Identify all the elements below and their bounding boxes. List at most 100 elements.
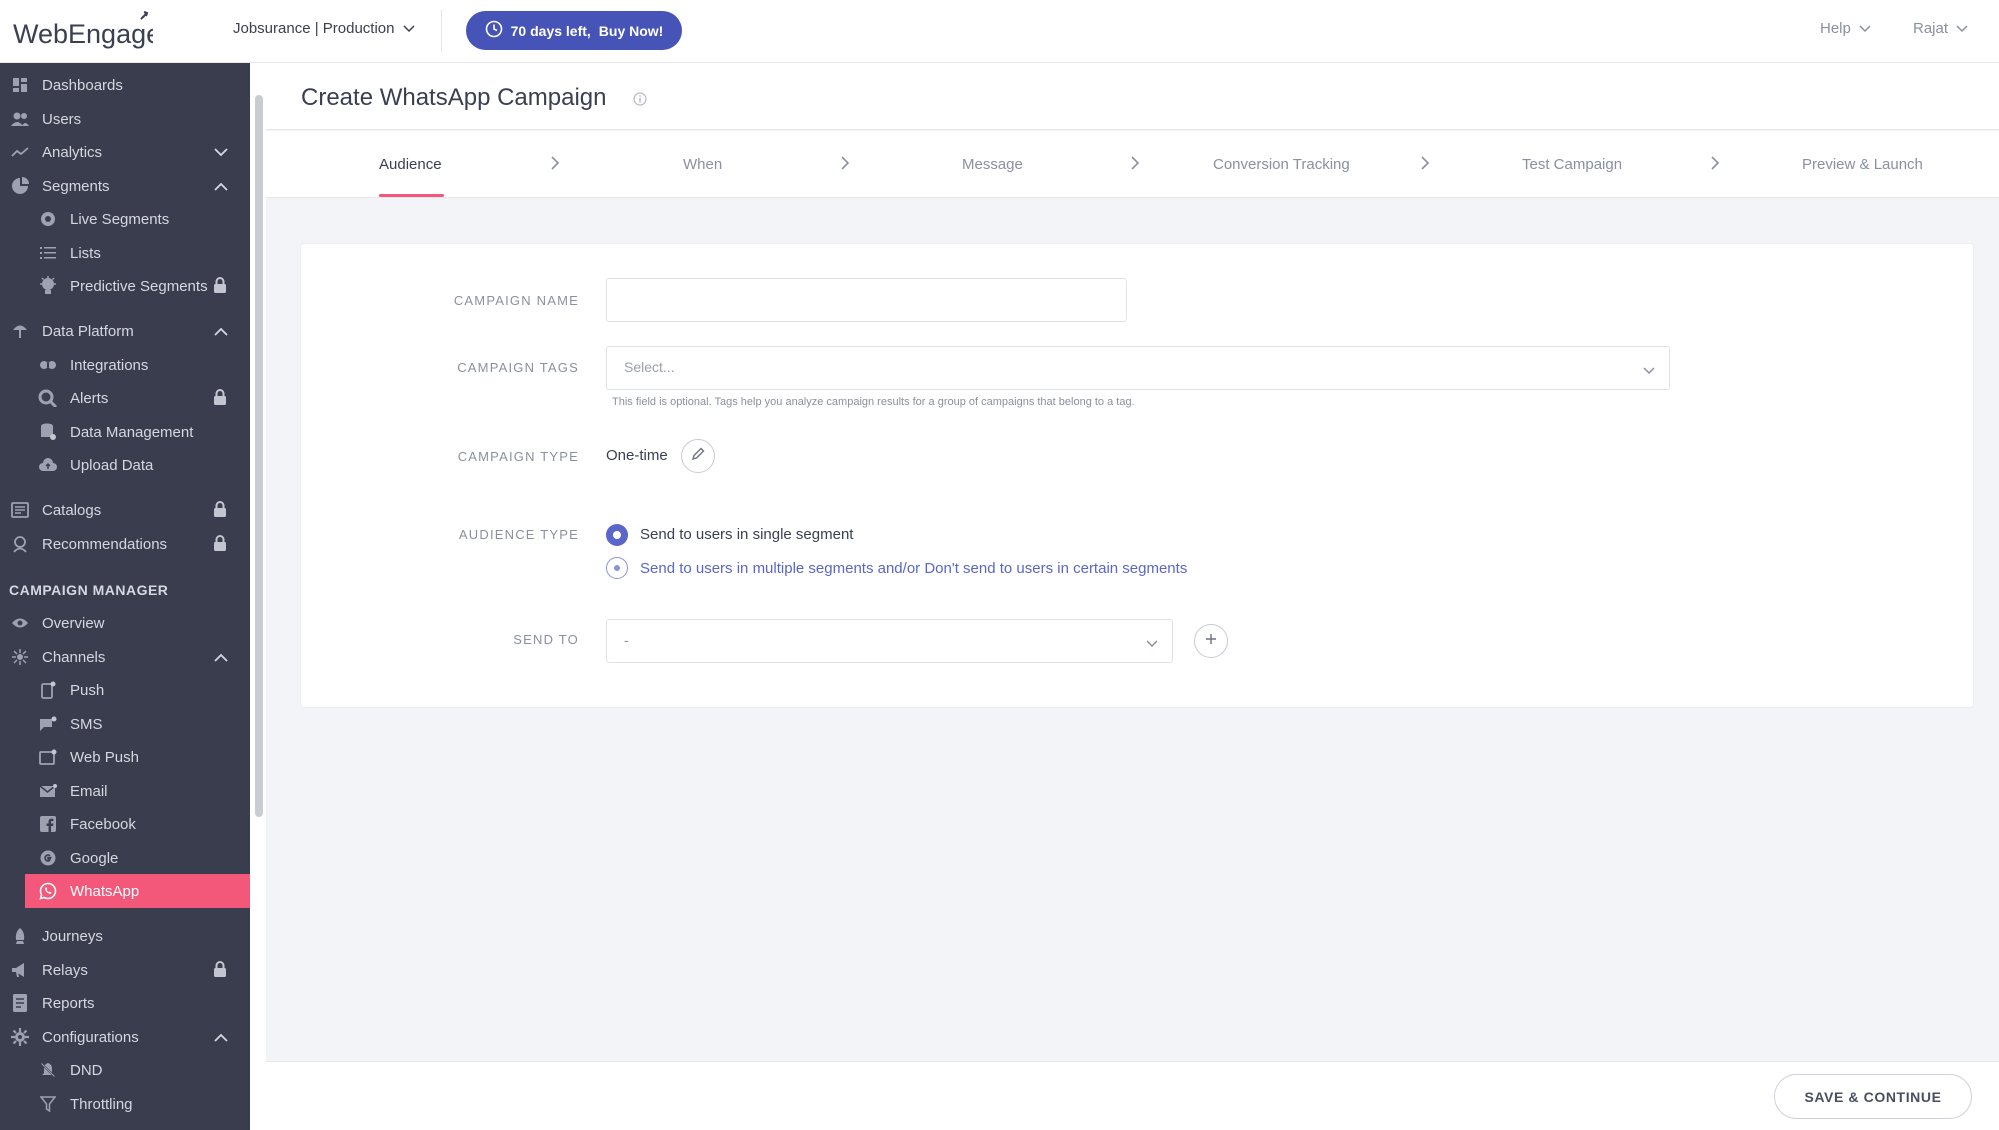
user-menu[interactable]: Rajat [1913,20,1968,37]
sidebar-item-facebook[interactable]: Facebook [0,807,250,841]
chevron-down-icon[interactable] [214,144,228,161]
lock-icon [213,961,227,981]
sidebar-item-data-platform[interactable]: Data Platform [0,314,250,348]
data-platform-icon [10,321,30,341]
sidebar-item-dashboards[interactable]: Dashboards [0,68,250,102]
sidebar-item-push[interactable]: Push [0,673,250,707]
project-switcher[interactable]: Jobsurance | Production [233,20,415,37]
sidebar-item-catalogs[interactable]: Catalogs [0,493,250,527]
sidebar-item-predictive-segments[interactable]: Predictive Segments [0,269,250,303]
sidebar-item-throttling[interactable]: Throttling [0,1087,250,1121]
sidebar-item-integrations[interactable]: Integrations [0,348,250,382]
configurations-icon [10,1027,30,1047]
svg-text:WebEngage: WebEngage [13,19,153,49]
sidebar-item-configurations[interactable]: Configurations [0,1020,250,1054]
step-conversion-tracking[interactable]: Conversion Tracking [1213,156,1350,173]
step-message[interactable]: Message [962,156,1023,173]
sidebar-item-whatsapp[interactable]: WhatsApp [25,874,250,908]
lock-icon [213,535,227,555]
analytics-icon [10,142,30,162]
chevron-up-icon[interactable] [214,178,228,195]
sidebar-item-label: Lists [70,244,101,262]
sidebar-item-relays[interactable]: Relays [0,953,250,987]
sidebar-item-label: Channels [42,648,106,666]
audience-form-card: CAMPAIGN NAME CAMPAIGN TAGS Select... Th… [300,243,1974,708]
active-step-indicator [379,194,444,197]
plus-icon [1205,632,1217,650]
trial-buy-now-button[interactable]: 70 days left, Buy Now! [466,11,682,50]
sidebar-item-users[interactable]: Users [0,102,250,136]
live-segments-icon [38,209,58,229]
sidebar-item-label: Journeys [42,927,103,945]
lock-icon [213,501,227,521]
audience-single-radio[interactable] [606,524,628,546]
step-preview-launch[interactable]: Preview & Launch [1802,156,1923,173]
save-continue-button[interactable]: SAVE & CONTINUE [1774,1074,1972,1119]
send-to-value: - [624,632,629,648]
chevron-down-icon [1146,635,1158,653]
sidebar-item-recommendations[interactable]: Recommendations [0,527,250,561]
sidebar-scrollbar[interactable] [255,95,263,817]
google-icon [38,848,58,868]
dnd-icon [38,1060,58,1080]
send-to-select[interactable]: - [606,619,1173,663]
info-icon[interactable] [633,92,647,111]
whatsapp-icon [38,881,58,901]
section-campaign-manager: CAMPAIGN MANAGER [9,582,169,598]
chevron-up-icon[interactable] [214,649,228,666]
sidebar-item-lists[interactable]: Lists [0,236,250,270]
trial-days-text: 70 days left, [510,22,591,39]
sidebar-item-label: WhatsApp [70,882,140,900]
segments-icon [10,176,30,196]
chevron-up-icon[interactable] [214,323,228,340]
sidebar-item-label: Analytics [42,143,103,161]
audience-multiple-radio[interactable] [606,557,628,579]
send-to-label: SEND TO [513,632,579,647]
sidebar-item-email[interactable]: Email [0,774,250,808]
campaign-tags-select[interactable]: Select... [606,346,1670,390]
facebook-icon [38,814,58,834]
chevron-up-icon[interactable] [214,1029,228,1046]
help-menu[interactable]: Help [1820,20,1871,37]
step-test-campaign[interactable]: Test Campaign [1522,156,1622,173]
sidebar-item-sms[interactable]: SMS [0,707,250,741]
predictive-icon [38,276,58,296]
sidebar-item-segments[interactable]: Segments [0,169,250,203]
edit-campaign-type-button[interactable] [681,439,715,473]
sidebar-item-label: Reports [42,994,95,1012]
campaign-steps: Audience When Message Conversion Trackin… [266,131,1999,198]
sidebar-item-dnd[interactable]: DND [0,1053,250,1087]
lock-icon [213,389,227,409]
email-icon [38,781,58,801]
sidebar-item-channels[interactable]: Channels [0,640,250,674]
sidebar-item-google[interactable]: Google [0,841,250,875]
chevron-down-icon [1859,20,1871,37]
help-label: Help [1820,20,1851,37]
step-audience[interactable]: Audience [379,156,442,173]
sidebar-item-analytics[interactable]: Analytics [0,135,250,169]
sidebar-item-data-management[interactable]: Data Management [0,415,250,449]
sidebar-item-alerts[interactable]: Alerts [0,381,250,415]
webengage-logo[interactable]: WebEngage [13,9,153,51]
campaign-name-input[interactable] [606,278,1127,322]
project-name: Jobsurance | Production [233,20,395,37]
sidebar-item-label: Overview [42,614,105,632]
sidebar-item-overview[interactable]: Overview [0,606,250,640]
buy-now-link[interactable]: Buy Now! [599,23,664,39]
add-segment-button[interactable] [1194,624,1228,658]
step-when[interactable]: When [683,156,722,173]
chevron-right-icon [1421,156,1430,175]
sidebar-item-journeys[interactable]: Journeys [0,919,250,953]
sidebar-item-live-segments[interactable]: Live Segments [0,202,250,236]
dashboard-icon [10,75,30,95]
chevron-right-icon [841,156,850,175]
user-name: Rajat [1913,20,1949,37]
audience-multiple-label[interactable]: Send to users in multiple segments and/o… [640,560,1187,577]
sidebar-item-web-push[interactable]: Web Push [0,740,250,774]
page-title: Create WhatsApp Campaign [301,84,607,111]
sidebar-item-reports[interactable]: Reports [0,986,250,1020]
lock-icon [213,277,227,297]
sidebar-item-upload-data[interactable]: Upload Data [0,448,250,482]
audience-single-label[interactable]: Send to users in single segment [640,526,853,543]
sidebar-item-label: DND [70,1061,103,1079]
